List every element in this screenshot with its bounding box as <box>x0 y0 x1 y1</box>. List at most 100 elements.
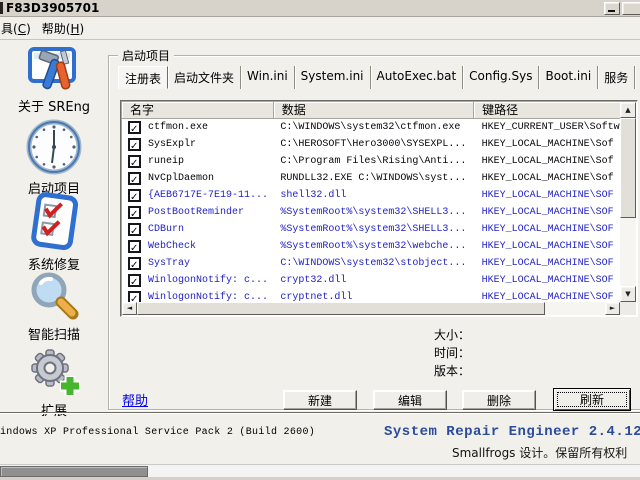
table-row[interactable]: ✓ WinlogonNotify: c... crypt32.dll HKEY_LOC… <box>122 272 620 289</box>
tab-system-ini[interactable]: System.ini <box>295 66 371 89</box>
tab-boot-ini[interactable]: Boot.ini <box>539 66 599 89</box>
name-text: {AEB6717E-7E19-11... <box>148 190 269 201</box>
tab-win-ini[interactable]: Win.ini <box>241 66 295 89</box>
data-cell: C:\HEROSOFT\Hero3000\SYSEXPL... <box>280 139 467 150</box>
minimize-button[interactable] <box>604 2 620 15</box>
row-checkbox[interactable]: ✓ <box>128 206 141 220</box>
tab-strip: 注册表 启动文件夹 Win.ini System.ini AutoExec.bat Con… <box>118 66 640 89</box>
check-mark-icon: ✓ <box>130 192 139 203</box>
repair-checklist-icon <box>0 192 108 252</box>
row-checkbox[interactable]: ✓ <box>128 274 141 288</box>
row-checkbox[interactable]: ✓ <box>128 155 141 169</box>
table-row[interactable]: ✓ {AEB6717E-7E19-11... shell32.dll HKEY_LOC… <box>122 187 620 204</box>
column-header-data[interactable]: 数据 <box>273 102 475 119</box>
os-version-text: indows XP Professional Service Pack 2 (B… <box>0 427 316 438</box>
viewport-hscrollbar[interactable] <box>0 464 640 477</box>
table-body: ✓ ctfmon.exe C:\WINDOWS\system32\ctfmon.ex… <box>122 119 620 302</box>
button-label: 新建 <box>307 393 332 408</box>
scroll-down-button[interactable]: ▼ <box>620 286 636 302</box>
minimize-icon <box>608 10 615 12</box>
tab-autoexec-bat[interactable]: AutoExec.bat <box>371 66 464 89</box>
scroll-up-button[interactable]: ▲ <box>620 102 636 118</box>
name-cell: ✓ WinlogonNotify: c... <box>122 289 274 302</box>
check-mark-icon: ✓ <box>130 260 139 271</box>
name-cell: ✓ SysTray <box>122 255 274 272</box>
name-cell: ✓ runeip <box>122 153 274 170</box>
scroll-left-button[interactable]: ◄ <box>122 302 137 315</box>
name-cell: ✓ WinlogonNotify: c... <box>122 272 274 289</box>
row-checkbox[interactable]: ✓ <box>128 172 141 186</box>
scroll-right-button[interactable]: ► <box>605 302 620 315</box>
vertical-scroll-thumb[interactable] <box>620 118 636 218</box>
credit-text: Smallfrogs 设计。保留所有权利 <box>452 446 628 460</box>
name-text: runeip <box>148 156 185 167</box>
button-label: 编辑 <box>397 393 422 408</box>
sidebar-item-repair[interactable]: 系统修复 <box>0 192 108 273</box>
horizontal-scrollbar[interactable]: ◄ ► <box>122 302 620 315</box>
column-header-key[interactable]: 键路径 <box>474 102 620 119</box>
key-cell: HKEY_LOCAL_MACHINE\Sof <box>481 139 614 150</box>
version-value <box>470 363 620 381</box>
menu-item-tools[interactable]: 具(C) <box>0 18 40 40</box>
data-cell: shell32.dll <box>280 190 347 201</box>
window-title: F83D3905701 <box>6 1 100 15</box>
data-cell: C:\WINDOWS\system32\ctfmon.exe <box>280 122 461 133</box>
sidebar-item-label: 关于 SREng <box>17 100 91 115</box>
sidebar-item-startup[interactable]: 启动项目 <box>0 118 108 197</box>
menu-bar: 具(C) 帮助(H) <box>0 18 640 40</box>
data-cell: C:\WINDOWS\system32\stobject... <box>280 258 467 269</box>
column-header-name[interactable]: 名字 <box>122 102 274 119</box>
table-row[interactable]: ✓ WebCheck %SystemRoot%\system32\webche...… <box>122 238 620 255</box>
row-checkbox[interactable]: ✓ <box>128 240 141 254</box>
tab-startup-folder[interactable]: 启动文件夹 <box>168 66 242 89</box>
table-row[interactable]: ✓ PostBootReminder %SystemRoot%\system32\S… <box>122 204 620 221</box>
tab-config-sys[interactable]: Config.Sys <box>463 66 540 89</box>
key-cell: HKEY_LOCAL_MACHINE\SOF <box>481 292 614 302</box>
new-button[interactable]: 新建 <box>283 390 357 410</box>
table-row[interactable]: ✓ CDBurn %SystemRoot%\system32\SHELL3... HK… <box>122 221 620 238</box>
row-checkbox[interactable]: ✓ <box>128 257 141 271</box>
row-checkbox[interactable]: ✓ <box>128 189 141 203</box>
groupbox-title: 启动项目 <box>118 47 175 64</box>
name-text: SysTray <box>148 258 191 269</box>
row-checkbox[interactable]: ✓ <box>128 138 141 152</box>
viewport-scroll-thumb[interactable] <box>0 466 148 477</box>
status-area: indows XP Professional Service Pack 2 (B… <box>0 414 640 464</box>
sidebar: 关于 SREng 启动项目 系统修复 智能扫描 扩展 <box>0 42 108 419</box>
table-row[interactable]: ✓ SysTray C:\WINDOWS\system32\stobject... H… <box>122 255 620 272</box>
sidebar-item-scan[interactable]: 智能扫描 <box>0 270 108 343</box>
table-row[interactable]: ✓ ctfmon.exe C:\WINDOWS\system32\ctfmon.ex… <box>122 119 620 136</box>
table-row[interactable]: ✓ WinlogonNotify: c... cryptnet.dll HKEY_LO… <box>122 289 620 302</box>
tab-services[interactable]: 服务 <box>598 66 636 89</box>
time-value <box>470 345 620 363</box>
menu-item-label: ) <box>79 21 85 36</box>
name-text: CDBurn <box>148 224 185 235</box>
file-info-panel: 大小： 时间： 版本： <box>380 327 620 381</box>
key-cell: HKEY_LOCAL_MACHINE\Sof <box>481 156 614 167</box>
key-cell: HKEY_LOCAL_MACHINE\SOF <box>481 275 614 286</box>
check-mark-icon: ✓ <box>130 141 139 152</box>
delete-button[interactable]: 删除 <box>462 390 536 410</box>
brand-text: System Repair Engineer 2.4.12.800 <box>384 424 640 440</box>
table-row[interactable]: ✓ SysExplr C:\HEROSOFT\Hero3000\SYSEXPL...… <box>122 136 620 153</box>
sidebar-item-about[interactable]: 关于 SREng <box>0 46 108 115</box>
name-text: PostBootReminder <box>148 207 245 218</box>
refresh-button[interactable]: 刷新 <box>553 388 631 411</box>
table-row[interactable]: ✓ NvCplDaemon RUNDLL32.EXE C:\WINDOWS\syst… <box>122 170 620 187</box>
name-text: NvCplDaemon <box>148 173 215 184</box>
title-bar: F83D3905701 <box>0 0 640 17</box>
tab-registry[interactable]: 注册表 <box>118 66 169 89</box>
sidebar-item-label: 智能扫描 <box>27 328 80 343</box>
row-checkbox[interactable]: ✓ <box>128 121 141 135</box>
data-cell: %SystemRoot%\system32\SHELL3... <box>280 224 467 235</box>
menu-item-label: ) <box>26 21 31 36</box>
vertical-scrollbar[interactable]: ▲ ▼ <box>620 102 636 302</box>
maximize-button[interactable] <box>622 2 640 15</box>
menu-item-help[interactable]: 帮助(H) <box>40 18 93 40</box>
edit-button[interactable]: 编辑 <box>373 390 447 410</box>
table-row[interactable]: ✓ runeip C:\Program Files\Rising\Anti... HK… <box>122 153 620 170</box>
row-checkbox[interactable]: ✓ <box>128 223 141 237</box>
horizontal-scroll-thumb[interactable] <box>137 302 545 315</box>
data-cell: C:\Program Files\Rising\Anti... <box>280 156 467 167</box>
row-checkbox[interactable]: ✓ <box>128 291 141 302</box>
